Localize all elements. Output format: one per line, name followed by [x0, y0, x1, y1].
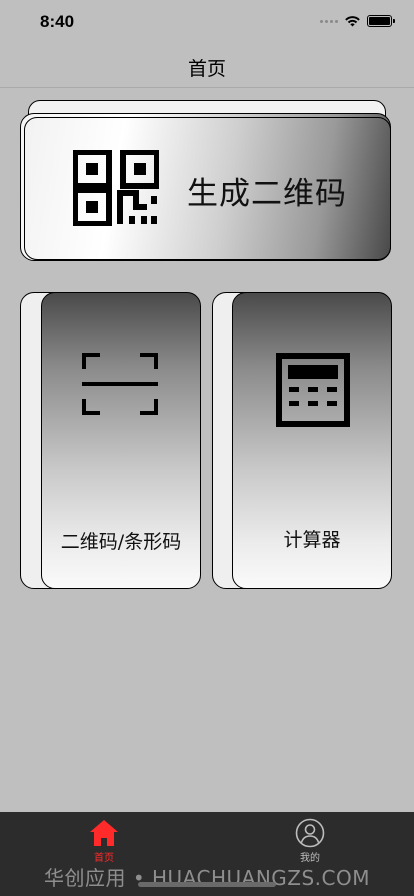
battery-icon — [367, 15, 395, 27]
qr-generate-card[interactable]: 生成二维码 — [24, 117, 391, 260]
status-bar: 8:40 — [0, 0, 414, 44]
scan-card[interactable]: 二维码/条形码 — [41, 292, 201, 589]
user-icon — [295, 818, 325, 848]
scan-label: 二维码/条形码 — [60, 531, 182, 553]
tab-mine[interactable]: 我的 — [260, 818, 360, 864]
qr-code-icon — [73, 150, 159, 226]
page-title: 首页 — [187, 58, 226, 80]
calculator-label: 计算器 — [283, 529, 341, 551]
calculator-card[interactable]: 计算器 — [232, 292, 392, 589]
home-icon — [90, 820, 118, 846]
tab-home[interactable]: 首页 — [54, 818, 154, 864]
status-icons — [320, 15, 395, 27]
status-time: 8:40 — [40, 12, 75, 31]
qr-generate-label: 生成二维码 — [187, 176, 347, 212]
nav-bar: 首页 — [0, 44, 414, 88]
calculator-icon — [276, 353, 350, 427]
wifi-icon — [345, 16, 360, 27]
scan-icon — [82, 353, 158, 415]
home-indicator — [138, 882, 276, 887]
signal-icon — [320, 19, 338, 23]
